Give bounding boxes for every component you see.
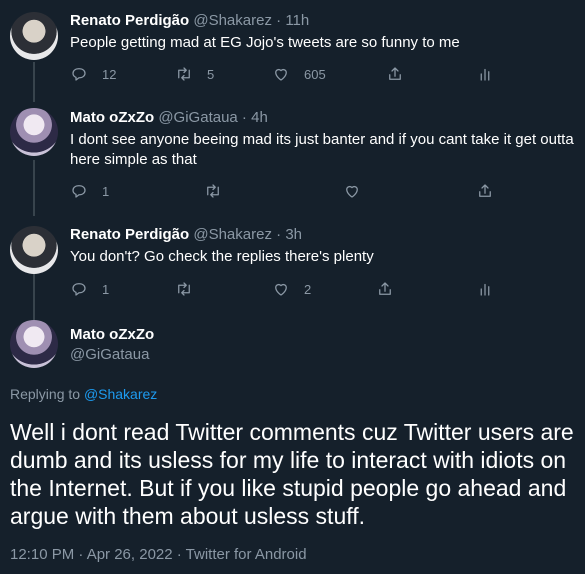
like-icon <box>275 283 287 296</box>
tweet-header: Mato oZxZo @GiGataua · 4h <box>70 109 268 126</box>
analytics-icon <box>480 283 490 296</box>
separator: · <box>271 226 286 243</box>
author-handle[interactable]: @GiGataua <box>158 109 237 126</box>
retweet-icon <box>178 67 190 81</box>
share-button[interactable] <box>376 280 394 298</box>
tweet-time[interactable]: 11h <box>285 12 309 29</box>
retweet-button[interactable] <box>204 182 222 200</box>
tweet-time[interactable]: 4h <box>251 109 268 126</box>
replying-prefix: Replying to <box>10 386 81 402</box>
like-count: 2 <box>304 281 312 297</box>
share-icon <box>389 67 401 80</box>
main-tweet-header: Mato oZxZo @GiGataua <box>70 326 154 363</box>
like-count: 605 <box>304 66 326 82</box>
tweet-2[interactable]: Mato oZxZo @GiGataua · 4h I dont see any… <box>0 100 585 214</box>
tweet-text: You don't? Go check the replies there's … <box>70 248 374 265</box>
main-tweet-text: Well i dont read Twitter comments cuz Tw… <box>10 419 574 529</box>
reply-button[interactable]: 1 <box>70 182 109 200</box>
reply-icon <box>72 68 86 81</box>
retweet-button[interactable] <box>175 280 193 298</box>
like-button[interactable] <box>343 182 361 200</box>
tweet-timestamp[interactable]: 12:10 PM · Apr 26, 2022 · Twitter for An… <box>10 546 307 563</box>
action-bar: 1 2 <box>70 280 540 300</box>
action-bar: 1 <box>70 182 540 202</box>
tweet-3[interactable]: Renato Perdigão @Shakarez · 3h You don't… <box>0 214 585 312</box>
reply-count: 12 <box>102 66 117 82</box>
like-button[interactable]: 2 <box>272 280 311 298</box>
author-name[interactable]: Mato oZxZo <box>70 109 154 126</box>
tweet-time[interactable]: 3h <box>285 226 302 243</box>
replying-to: Replying to @Shakarez <box>10 386 157 402</box>
analytics-icon <box>480 68 490 81</box>
author-handle[interactable]: @Shakarez <box>193 12 272 29</box>
retweet-icon <box>178 282 190 296</box>
separator: · <box>271 12 286 29</box>
analytics-button[interactable] <box>476 65 494 83</box>
reply-count: 1 <box>102 281 110 297</box>
tweet-text: I dont see anyone beeing mad its just ba… <box>70 131 574 168</box>
tweet-1[interactable]: Renato Perdigão @Shakarez · 11h People g… <box>0 0 585 100</box>
reply-icon <box>72 283 86 296</box>
share-button[interactable] <box>476 182 494 200</box>
tweet-header: Renato Perdigão @Shakarez · 3h <box>70 226 302 243</box>
like-icon <box>275 68 287 81</box>
author-name[interactable]: Renato Perdigão <box>70 12 189 29</box>
author-name[interactable]: Renato Perdigão <box>70 226 189 243</box>
retweet-icon <box>207 184 219 198</box>
analytics-button[interactable] <box>476 280 494 298</box>
reply-button[interactable]: 12 <box>70 65 116 83</box>
like-button[interactable]: 605 <box>272 65 326 83</box>
share-icon <box>379 282 391 295</box>
like-icon <box>346 185 358 198</box>
share-icon <box>479 184 491 197</box>
action-bar: 12 5 605 <box>70 65 540 85</box>
avatar[interactable] <box>10 226 58 274</box>
retweet-button[interactable]: 5 <box>175 65 214 83</box>
avatar[interactable] <box>10 108 58 156</box>
reply-count: 1 <box>102 183 110 199</box>
reply-icon <box>72 185 86 198</box>
avatar[interactable] <box>10 12 58 60</box>
tweet-text: People getting mad at EG Jojo's tweets a… <box>70 34 460 51</box>
replying-to-link[interactable]: @Shakarez <box>84 386 157 402</box>
tweet-header: Renato Perdigão @Shakarez · 11h <box>70 12 309 29</box>
author-name[interactable]: Mato oZxZo <box>70 326 154 343</box>
avatar[interactable] <box>10 320 58 368</box>
share-button[interactable] <box>386 65 404 83</box>
reply-button[interactable]: 1 <box>70 280 109 298</box>
author-handle[interactable]: @Shakarez <box>193 226 272 243</box>
retweet-count: 5 <box>207 66 215 82</box>
author-handle[interactable]: @GiGataua <box>70 346 154 363</box>
separator: · <box>237 109 252 126</box>
